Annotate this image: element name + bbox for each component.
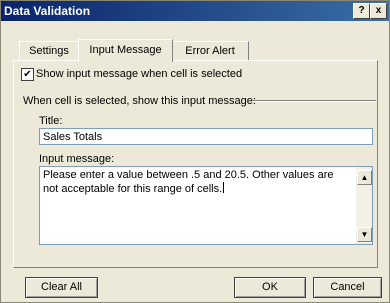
input-message-value: Please enter a value between .5 and 20.5…: [43, 169, 334, 195]
tab-error-alert[interactable]: Error Alert: [171, 41, 249, 61]
text-caret: [223, 182, 225, 193]
help-button[interactable]: ?: [353, 3, 370, 19]
input-message-label: Input message:: [39, 153, 115, 165]
title-label: Title:: [39, 115, 63, 127]
ok-button[interactable]: OK: [234, 277, 306, 298]
show-input-message-label[interactable]: Show input message when cell is selected: [36, 68, 242, 80]
show-input-message-checkbox[interactable]: ✔: [21, 68, 34, 81]
title-bar: Data Validation ? x: [1, 1, 389, 21]
data-validation-dialog: Data Validation ? x Settings Input Messa…: [0, 0, 390, 303]
scroll-down-arrow-icon[interactable]: ▼: [357, 227, 372, 242]
input-message-text[interactable]: Please enter a value between .5 and 20.5…: [43, 169, 343, 196]
scroll-up-arrow-icon[interactable]: ▲: [357, 170, 372, 185]
vertical-scrollbar[interactable]: ▲ ▼: [356, 167, 372, 244]
title-input[interactable]: [39, 128, 373, 145]
cancel-button[interactable]: Cancel: [313, 277, 382, 298]
tab-input-message[interactable]: Input Message: [78, 39, 173, 62]
close-button[interactable]: x: [370, 3, 387, 19]
input-message-textarea[interactable]: Please enter a value between .5 and 20.5…: [39, 166, 373, 245]
group-label: When cell is selected, show this input m…: [23, 95, 256, 107]
window-title: Data Validation: [4, 4, 91, 18]
clear-all-button[interactable]: Clear All: [25, 277, 98, 298]
group-divider: [253, 100, 376, 102]
tab-settings[interactable]: Settings: [19, 41, 79, 61]
